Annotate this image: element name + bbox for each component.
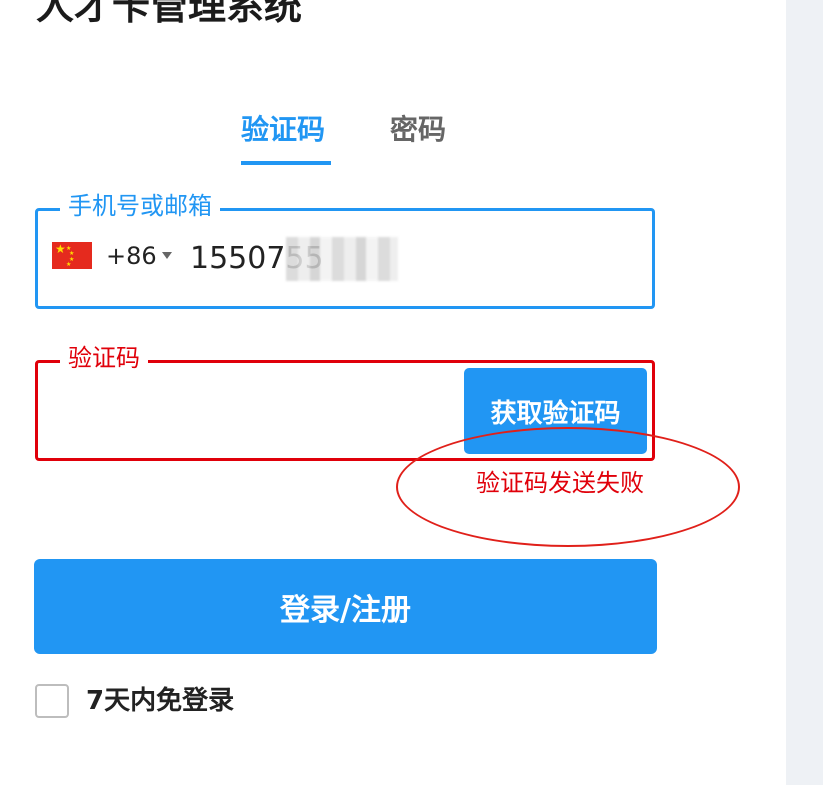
active-tab-indicator (241, 161, 331, 165)
verification-code-input[interactable] (52, 383, 456, 441)
remember-label: 7天内免登录 (86, 686, 235, 716)
tab-password[interactable]: 密码 (390, 110, 446, 150)
redacted-blur (286, 237, 398, 281)
phone-email-label: 手机号或邮箱 (60, 191, 220, 221)
tab-verification-code[interactable]: 验证码 (241, 110, 325, 150)
phone-email-field: 手机号或邮箱 ★ ★ ★ ★ ★ +86 1550755 (35, 191, 655, 309)
china-flag-icon[interactable]: ★ ★ ★ ★ ★ (52, 242, 92, 269)
remember-checkbox[interactable] (35, 684, 69, 718)
login-register-button[interactable]: 登录/注册 (34, 559, 657, 654)
verification-code-label: 验证码 (60, 343, 148, 373)
side-panel (786, 0, 823, 785)
page-title: 人才卡管理系统 (36, 0, 303, 28)
error-highlight-ellipse (396, 427, 740, 547)
country-code-select[interactable]: +86 (106, 241, 157, 271)
caret-down-icon[interactable] (162, 252, 172, 259)
